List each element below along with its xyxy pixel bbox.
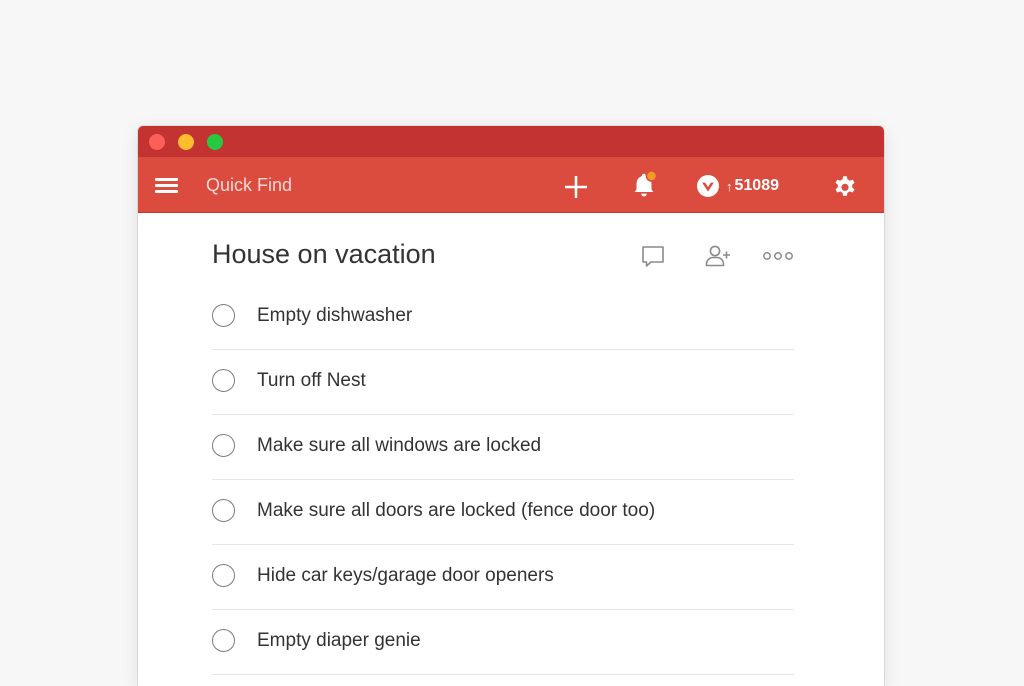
karma-logo-icon bbox=[697, 175, 719, 197]
task-item[interactable]: Turn off Nest bbox=[212, 350, 794, 415]
task-label: Turn off Nest bbox=[257, 370, 366, 391]
notification-dot bbox=[645, 170, 658, 182]
task-checkbox[interactable] bbox=[212, 369, 235, 392]
app-window: ↑ 51089 House on vacation bbox=[138, 126, 884, 686]
project-view: House on vacation Empty dishwasher Turn … bbox=[138, 213, 884, 686]
task-label: Hide car keys/garage door openers bbox=[257, 565, 554, 586]
notifications-button[interactable] bbox=[630, 170, 660, 200]
task-label: Empty diaper genie bbox=[257, 630, 421, 651]
task-list: Empty dishwasher Turn off Nest Make sure… bbox=[212, 285, 794, 675]
plus-icon bbox=[565, 176, 587, 198]
gear-icon bbox=[835, 176, 855, 196]
window-titlebar bbox=[138, 126, 884, 157]
project-title: House on vacation bbox=[212, 239, 436, 269]
more-options-button[interactable] bbox=[762, 243, 794, 269]
karma-score: 51089 bbox=[734, 177, 780, 194]
task-checkbox[interactable] bbox=[212, 434, 235, 457]
task-item[interactable]: Empty diaper genie bbox=[212, 610, 794, 675]
settings-button[interactable] bbox=[832, 173, 858, 199]
task-checkbox[interactable] bbox=[212, 304, 235, 327]
add-task-button[interactable] bbox=[562, 173, 590, 201]
window-close-button[interactable] bbox=[149, 134, 165, 150]
task-checkbox[interactable] bbox=[212, 499, 235, 522]
top-toolbar: ↑ 51089 bbox=[138, 157, 884, 213]
task-label: Make sure all windows are locked bbox=[257, 435, 542, 456]
task-checkbox[interactable] bbox=[212, 564, 235, 587]
task-item[interactable]: Hide car keys/garage door openers bbox=[212, 545, 794, 610]
task-label: Empty dishwasher bbox=[257, 305, 413, 326]
comments-button[interactable] bbox=[640, 243, 666, 269]
task-item[interactable]: Make sure all windows are locked bbox=[212, 415, 794, 480]
task-item[interactable]: Empty dishwasher bbox=[212, 285, 794, 350]
add-person-icon bbox=[705, 245, 730, 267]
bell-icon bbox=[634, 170, 658, 197]
karma-trend-arrow: ↑ bbox=[726, 178, 733, 194]
quick-find-input[interactable] bbox=[206, 171, 456, 199]
task-label: Make sure all doors are locked (fence do… bbox=[257, 500, 656, 521]
task-item[interactable]: Make sure all doors are locked (fence do… bbox=[212, 480, 794, 545]
window-zoom-button[interactable] bbox=[207, 134, 223, 150]
hamburger-menu-icon[interactable] bbox=[154, 174, 180, 196]
window-minimize-button[interactable] bbox=[178, 134, 194, 150]
share-project-button[interactable] bbox=[704, 243, 734, 269]
karma-indicator[interactable]: ↑ 51089 bbox=[696, 173, 779, 199]
comment-icon bbox=[642, 246, 664, 267]
task-checkbox[interactable] bbox=[212, 629, 235, 652]
more-horizontal-icon bbox=[763, 252, 793, 260]
